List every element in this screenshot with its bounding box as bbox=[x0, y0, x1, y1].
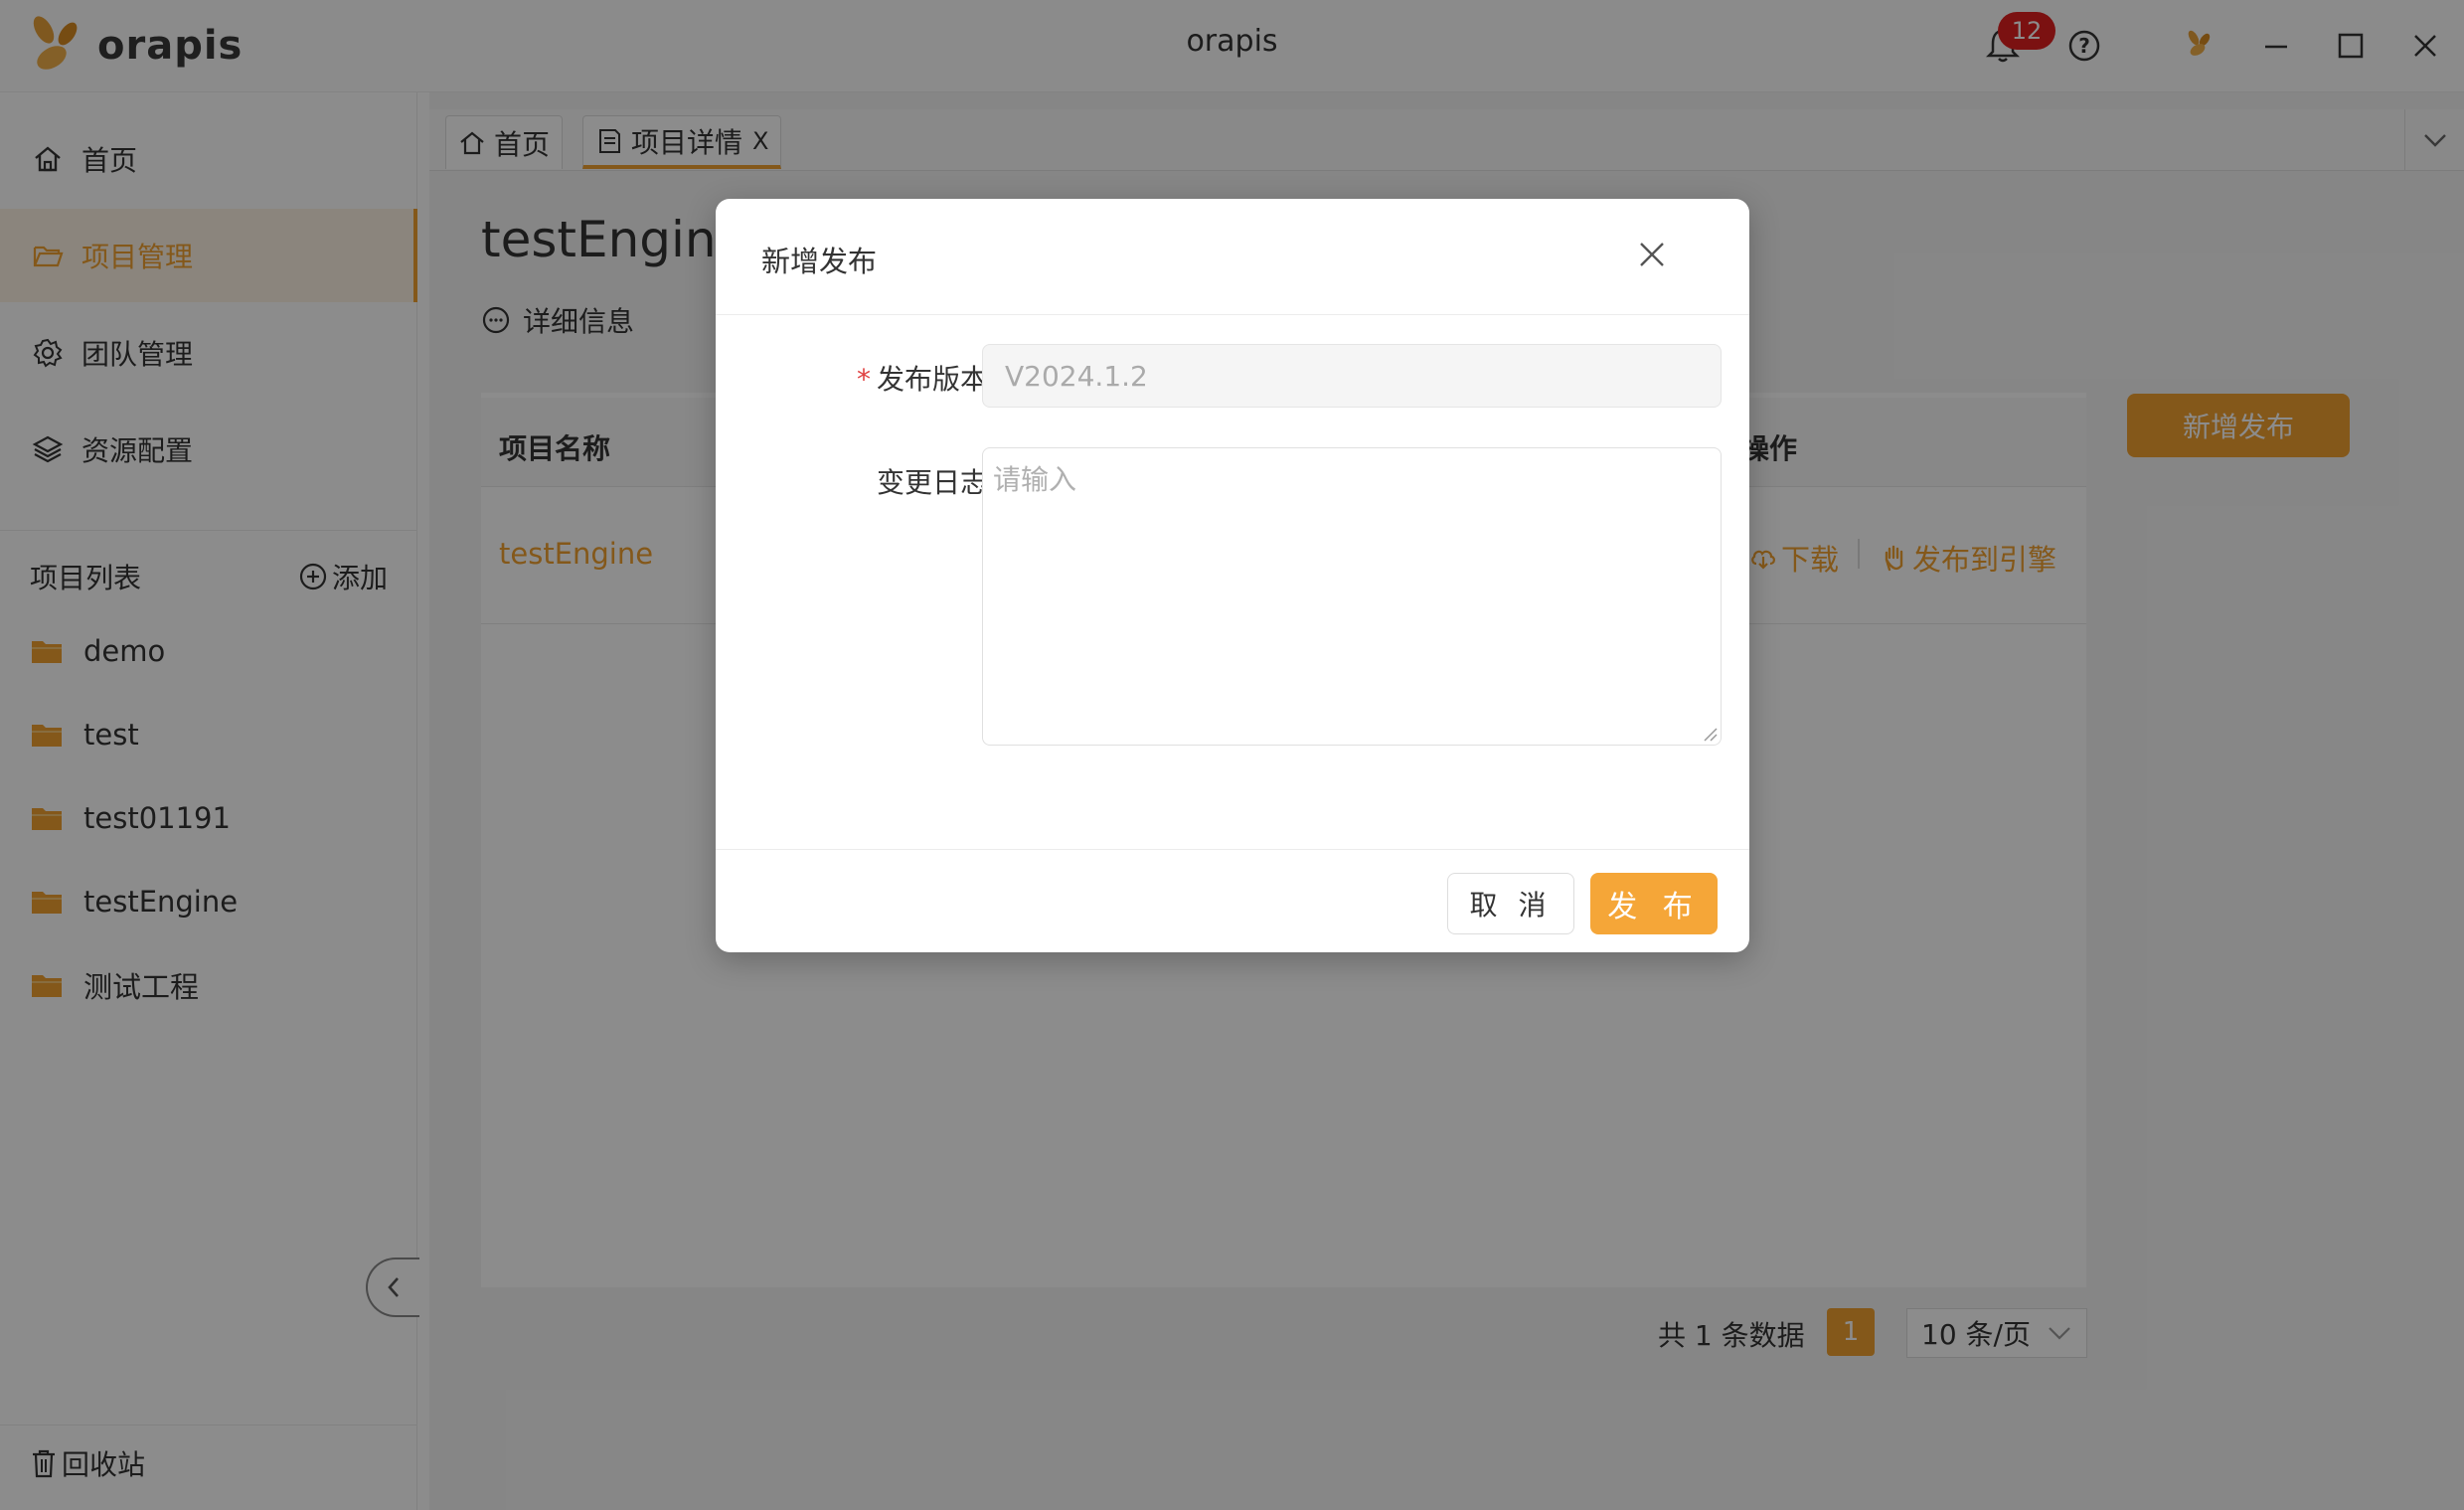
dialog-header-divider bbox=[716, 314, 1749, 315]
changelog-textarea[interactable]: 请输入 bbox=[982, 447, 1722, 746]
new-release-dialog: 新增发布 * 发布版本 V2024.1.2 变更日志 请输入 取 消 发 布 bbox=[716, 199, 1749, 952]
publish-button[interactable]: 发 布 bbox=[1590, 873, 1718, 934]
changelog-label: 变更日志 bbox=[876, 466, 988, 499]
version-label-text: 发布版本 bbox=[876, 363, 988, 396]
dialog-title: 新增发布 bbox=[761, 245, 878, 278]
changelog-placeholder: 请输入 bbox=[993, 463, 1077, 496]
version-input[interactable]: V2024.1.2 bbox=[982, 344, 1722, 408]
version-input-value: V2024.1.2 bbox=[1005, 359, 1148, 393]
cancel-button[interactable]: 取 消 bbox=[1447, 873, 1574, 934]
version-label: * 发布版本 bbox=[857, 358, 988, 398]
dialog-close-icon[interactable] bbox=[1632, 235, 1672, 274]
required-mark: * bbox=[856, 363, 871, 396]
dialog-footer-divider bbox=[716, 849, 1749, 850]
resize-grip-icon[interactable] bbox=[1701, 725, 1719, 743]
